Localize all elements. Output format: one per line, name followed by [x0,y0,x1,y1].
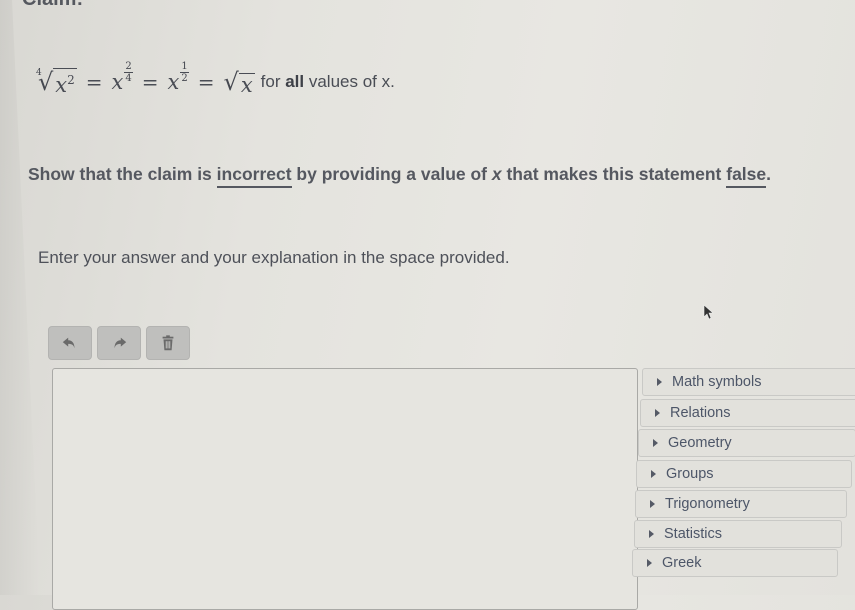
term3-denominator: 2 [181,72,188,84]
claim-suffix: for all values of x. [261,72,395,92]
palette-item-greek[interactable]: Greek [632,549,838,577]
equals-sign: = [141,70,159,94]
palette-item-math-symbols[interactable]: Math symbols [642,368,855,396]
radicand-exponent: 2 [67,73,75,87]
redo-button[interactable] [97,326,141,360]
instruction-text: Show that the claim is incorrect by prov… [28,164,772,188]
sqrt-radicand: x [238,73,255,97]
palette-item-groups[interactable]: Groups [636,460,852,488]
instruction-part: Show that the claim is [28,164,217,184]
palette-item-label: Trigonometry [665,496,750,512]
expand-triangle-icon [649,530,654,538]
mouse-cursor-icon [703,304,714,320]
equals-sign: = [197,70,215,94]
underlined-false: false [726,164,767,188]
expand-triangle-icon [647,559,652,567]
radical-sign: √ [223,68,239,96]
suffix-text: for [260,72,286,91]
instruction-part: by providing a value of [291,164,492,184]
palette-item-geometry[interactable]: Geometry [638,429,855,457]
expand-triangle-icon [650,500,655,508]
term2-base: x [111,70,124,94]
expand-triangle-icon [657,378,662,386]
suffix-bold-all: all [285,72,305,91]
answer-text-area[interactable] [52,368,638,610]
root-index: 4 [36,68,42,78]
undo-arrow-icon [62,337,75,349]
palette-item-relations[interactable]: Relations [640,399,855,427]
undo-button[interactable] [48,326,92,360]
term3-exponent: 1 2 [180,60,189,84]
delete-button[interactable] [146,326,190,360]
claim-label: Claim: [22,0,83,11]
palette-item-label: Relations [670,405,731,421]
term2-denominator: 4 [125,72,132,84]
claim-equation: 4 √ x2 = x 2 4 = x 1 2 = √ x for all val… [34,60,395,102]
fourth-root-term: 4 √ x2 [34,68,77,96]
term3-numerator: 1 [180,60,189,73]
expand-triangle-icon [655,409,660,417]
suffix-text: values of x. [304,72,395,91]
palette-item-statistics[interactable]: Statistics [634,520,842,548]
expand-triangle-icon [653,439,658,447]
palette-item-label: Geometry [668,435,732,451]
palette-item-label: Groups [666,466,714,482]
editor-toolbar [48,326,190,360]
redo-arrow-icon [114,337,127,349]
underlined-incorrect: incorrect [216,164,292,188]
square-root-term: √ x [224,68,255,96]
palette-item-trigonometry[interactable]: Trigonometry [635,490,847,518]
expand-triangle-icon [651,470,656,478]
instruction-part: . [766,164,772,184]
palette-item-label: Greek [662,555,702,571]
answer-prompt: Enter your answer and your explanation i… [38,248,510,267]
term2-exponent: 2 4 [124,60,133,84]
variable-x: x [491,164,502,184]
term3-base: x [167,70,180,94]
equals-sign: = [85,70,103,94]
term2-numerator: 2 [124,60,133,73]
palette-item-label: Math symbols [672,374,762,390]
trash-icon [162,335,174,351]
instruction-part: that makes this statement [501,164,727,184]
radicand: x2 [53,68,77,97]
radicand-base: x [55,73,68,97]
palette-item-label: Statistics [664,526,723,542]
